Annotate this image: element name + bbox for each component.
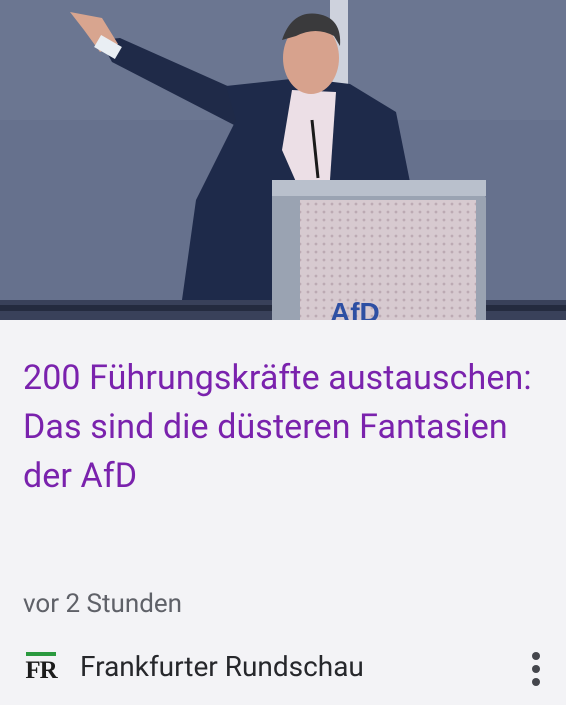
podium-logo: AfD <box>330 297 380 320</box>
article-headline[interactable]: 200 Führungskräfte austauschen: Das sind… <box>23 354 543 501</box>
article-timestamp: vor 2 Stunden <box>23 589 182 619</box>
more-vert-icon-dot <box>532 665 540 673</box>
speaker-photo: AfD <box>0 0 566 320</box>
source-logo-text: FR <box>25 657 57 684</box>
source-name[interactable]: Frankfurter Rundschau <box>80 649 364 685</box>
article-image[interactable]: AfD <box>0 0 566 320</box>
news-card[interactable]: AfD 200 Führungskräfte austauschen: Das … <box>0 0 566 705</box>
more-options-button[interactable] <box>520 644 552 694</box>
source-row: FR Frankfurter Rundschau <box>0 640 566 696</box>
source-logo: FR <box>24 652 58 686</box>
more-vert-icon <box>532 652 540 660</box>
more-vert-icon-dot <box>532 678 540 686</box>
